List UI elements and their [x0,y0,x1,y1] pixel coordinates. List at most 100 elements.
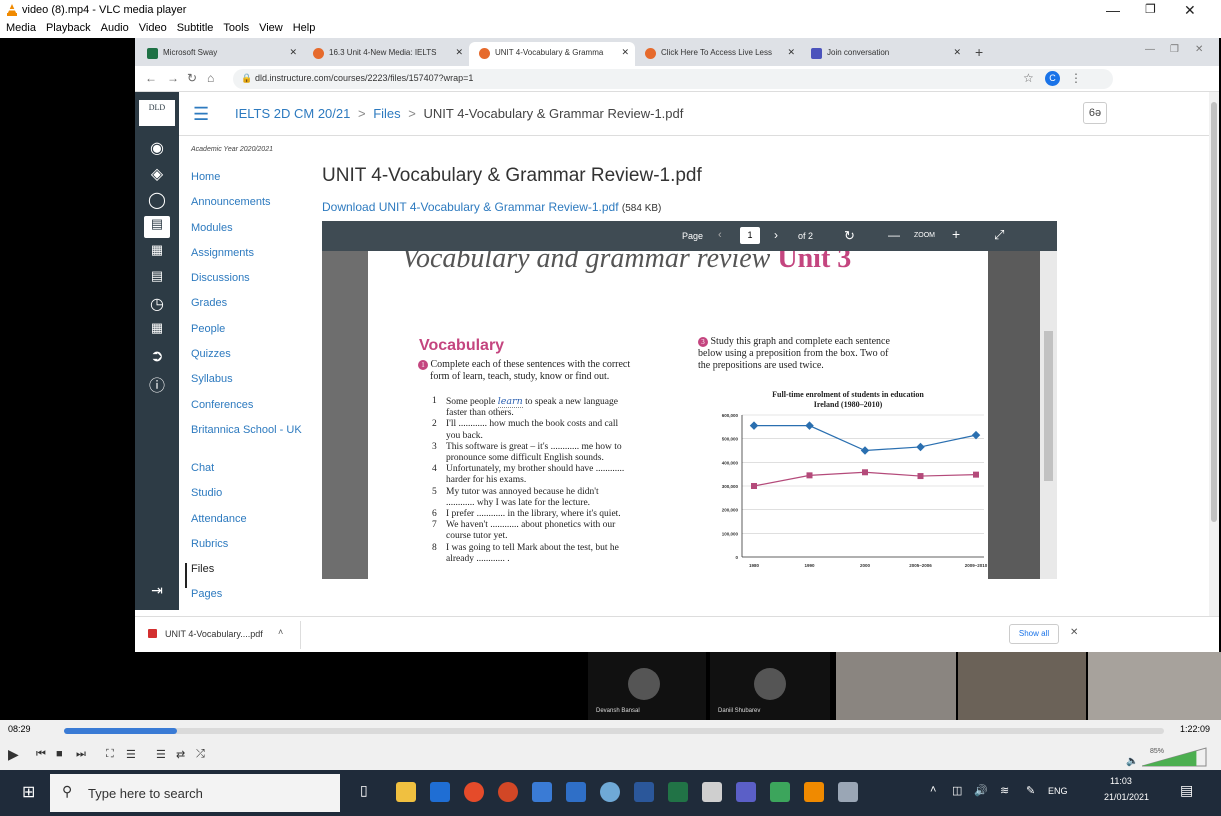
menu-dots-icon[interactable]: ⋮ [1070,71,1082,85]
participant-video[interactable] [958,652,1086,720]
speaker-icon[interactable]: 🔊 [974,784,988,797]
next-icon[interactable]: ⏭ [76,748,86,761]
volume-icon[interactable]: 🔈 [1126,756,1138,767]
tab-unit4-vocab[interactable]: UNIT 4-Vocabulary & Gramma ✕ [469,42,635,66]
calendar-icon[interactable]: ▦ [144,242,170,264]
menu-help[interactable]: Help [293,22,316,34]
star-icon[interactable]: ☆ [1023,71,1034,85]
account-icon[interactable]: ◉ [144,138,170,160]
page-scrollbar[interactable] [1209,92,1219,616]
previous-icon[interactable]: ⏮ [36,748,46,761]
breadcrumb-course[interactable]: IELTS 2D CM 20/21 [235,106,350,121]
app-icon[interactable] [532,782,552,802]
nav-files[interactable]: Files [185,563,311,589]
nav-grades[interactable]: Grades [191,297,311,322]
nav-home[interactable]: Home [191,171,311,196]
download-link[interactable]: Download UNIT 4-Vocabulary & Grammar Rev… [322,200,619,214]
collapse-nav-icon[interactable]: ⇥ [144,582,170,604]
pdf-scroll-thumb[interactable] [1044,331,1053,481]
zoom-out-icon[interactable]: — [888,228,900,242]
app-icon[interactable] [702,782,722,802]
minimize-icon[interactable]: — [1145,44,1155,55]
chevron-up-icon[interactable]: ˄ [930,784,936,796]
close-icon[interactable]: ✕ [289,47,297,58]
excel-icon[interactable] [668,782,688,802]
history-icon[interactable]: ◷ [144,294,170,316]
nav-announcements[interactable]: Announcements [191,196,311,221]
nav-chat[interactable]: Chat [191,462,311,487]
nav-assignments[interactable]: Assignments [191,247,311,272]
outlook-icon[interactable] [430,782,450,802]
clock-time[interactable]: 11:03 [1110,776,1132,786]
help-icon[interactable]: ⓘ [144,372,170,395]
page-scroll-thumb[interactable] [1211,102,1217,522]
loop-icon[interactable]: ⇄ [176,748,185,761]
search-box[interactable]: ⚲ Type here to search [50,774,340,812]
teams-icon[interactable] [736,782,756,802]
restore-icon[interactable]: ❐ [1170,44,1179,55]
close-icon[interactable]: ✕ [1195,44,1203,55]
profile-avatar[interactable]: C [1045,71,1060,86]
dld-logo[interactable]: DLD [139,100,175,126]
play-icon[interactable]: ▶ [8,746,19,763]
task-view-icon[interactable]: ▯ [360,782,368,799]
app-icon[interactable] [770,782,790,802]
nav-modules[interactable]: Modules [191,222,311,247]
shuffle-icon[interactable]: ⤮ [196,748,205,761]
participant-tile[interactable]: Daniil Shubarev [710,652,830,720]
powerpoint-icon[interactable] [498,782,518,802]
rotate-icon[interactable]: ↻ [844,228,855,244]
download-filename[interactable]: UNIT 4-Vocabulary....pdf [165,629,263,639]
tab-sway[interactable]: Microsoft Sway ✕ [137,42,303,66]
logout-icon[interactable]: ➲ [144,346,170,368]
nav-attendance[interactable]: Attendance [191,513,311,538]
menu-tools[interactable]: Tools [223,22,249,34]
nav-britannica[interactable]: Britannica School - UK [191,424,311,462]
commons-icon[interactable]: ▦ [144,320,170,342]
language-indicator[interactable]: ENG [1048,786,1068,796]
forward-icon[interactable]: → [167,71,179,85]
restore-icon[interactable]: ❐ [1145,2,1156,16]
menu-audio[interactable]: Audio [101,22,129,34]
minimize-icon[interactable]: — [1106,2,1120,18]
menu-video[interactable]: Video [139,22,167,34]
volume-slider[interactable] [1142,746,1208,768]
home-icon[interactable]: ⌂ [207,71,214,85]
tray-app-icon[interactable]: ◫ [952,784,962,797]
tab-live-lesson[interactable]: Click Here To Access Live Less ✕ [635,42,801,66]
nav-discussions[interactable]: Discussions [191,272,311,297]
close-icon[interactable]: ✕ [455,47,463,58]
pdf-viewer[interactable]: Vocabulary and grammar review Unit 3 Voc… [322,251,1057,579]
file-explorer-icon[interactable] [396,782,416,802]
word-icon[interactable] [634,782,654,802]
courses-icon[interactable]: ▤ [144,216,170,238]
zoom-in-icon[interactable]: + [952,226,960,242]
menu-playback[interactable]: Playback [46,22,91,34]
back-icon[interactable]: ← [145,71,157,85]
menu-media[interactable]: Media [6,22,36,34]
pen-icon[interactable]: ✎ [1026,784,1035,797]
nav-people[interactable]: People [191,323,311,348]
clock-date[interactable]: 21/01/2021 [1104,792,1149,802]
reload-icon[interactable]: ↻ [187,71,197,85]
page-number-input[interactable]: 1 [740,227,760,244]
wifi-icon[interactable]: ≋ [1000,784,1009,797]
participant-video[interactable] [836,652,956,720]
seek-bar[interactable] [64,728,1164,734]
close-icon[interactable]: ✕ [1184,2,1196,19]
address-bar[interactable]: 🔒 dld.instructure.com/courses/2223/files… [233,69,1113,89]
close-icon[interactable]: ✕ [953,47,961,58]
chrome-icon[interactable] [464,782,484,802]
tab-join-conversation[interactable]: Join conversation ✕ [801,42,967,66]
nav-conferences[interactable]: Conferences [191,399,311,424]
tab-unit4-new-media[interactable]: 16.3 Unit 4-New Media: IELTS ✕ [303,42,469,66]
fullscreen-icon[interactable]: ⛶ [106,748,114,761]
hamburger-icon[interactable]: ☰ [193,104,209,125]
new-tab-icon[interactable]: + [975,44,983,60]
windows-icon[interactable]: ⊞ [22,782,35,802]
admin-icon[interactable]: ◈ [144,164,170,186]
next-page-icon[interactable]: › [774,228,778,242]
dashboard-icon[interactable]: ◯ [144,190,170,212]
breadcrumb-files[interactable]: Files [373,106,400,121]
nav-quizzes[interactable]: Quizzes [191,348,311,373]
